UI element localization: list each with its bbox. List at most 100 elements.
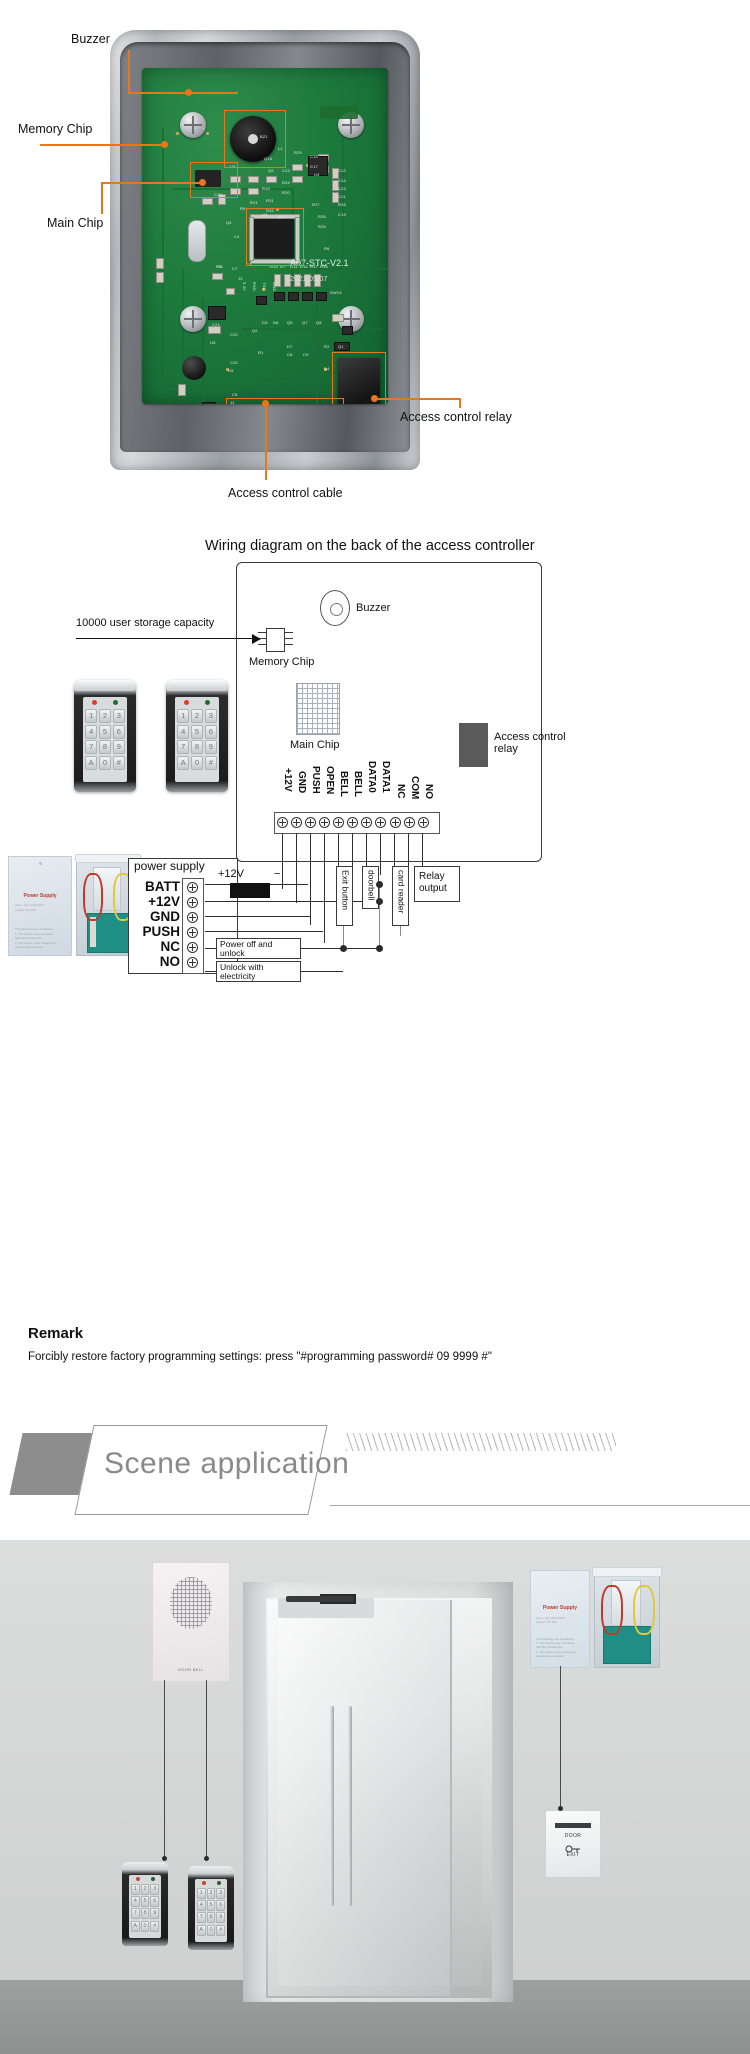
terminal-hole [375, 817, 386, 828]
remark-text: Forcibly restore factory programming set… [28, 1351, 492, 1363]
keypad-key: 4 [85, 724, 98, 739]
scene-psu-note-5: interference received [536, 1653, 565, 1658]
keypad-key: 3 [204, 709, 217, 723]
highlight-main-chip [246, 208, 304, 266]
wiring-relay-label-line2: relay [494, 743, 518, 755]
scene-keypad-unit: 1 2 3 4 5 6 7 8 9 A 0 # [122, 1862, 168, 1946]
power-supply-output-spec: Output: DC 12V [15, 907, 37, 912]
power-supply-terminal-label: NC [160, 939, 181, 954]
wire-junction-dot [376, 881, 383, 888]
power-supply-note-5: interference received [15, 945, 44, 949]
keypad-product-render: 1 2 3 4 5 6 7 8 9 A 0 # [74, 680, 136, 792]
scene-door-closer-arm [286, 1596, 354, 1602]
scene-keypad-unit: 1 2 3 4 5 6 7 8 9 A 0 # [188, 1866, 234, 1950]
callout-cable-lead-vertical [265, 402, 267, 480]
callout-memory-chip-anchor-dot [161, 141, 168, 148]
wiring-main-chip-label: Main Chip [290, 739, 340, 751]
keypad-key: 2 [98, 709, 112, 723]
keypad-key: 9 [204, 740, 217, 754]
callout-memory-chip-lead [40, 144, 165, 146]
buzzer-symbol-icon [320, 590, 350, 626]
callout-relay-lead-horizontal [375, 398, 460, 400]
power-supply-terminal-label: +12V [148, 894, 180, 909]
power-supply-terminal-label: GND [150, 909, 180, 924]
terminal-hole [305, 817, 316, 828]
key-icon [565, 1840, 581, 1853]
keypad-key: 6 [150, 1896, 159, 1908]
keypad-key: 9 [112, 740, 125, 754]
banner-hatch-decoration [346, 1433, 616, 1451]
terminal-hole [418, 817, 429, 828]
keypad-key: 5 [140, 1896, 150, 1908]
terminal-label: BELL [338, 771, 349, 798]
scene-power-supply-cover: Power Supply Input : AC 110V-240V Output… [530, 1570, 590, 1668]
keypad-key: 0 [206, 1924, 216, 1936]
wiring-memory-chip-label: Memory Chip [249, 656, 315, 668]
wiring-relay-label-line1: Access control [494, 731, 566, 743]
scene-leader-line [206, 1680, 207, 1858]
keypad-key: # [204, 755, 217, 770]
highlight-cable [226, 398, 344, 404]
keypad-key: # [150, 1920, 159, 1932]
scene-leader-line [164, 1680, 165, 1858]
keypad-key: 3 [112, 709, 125, 723]
terminal-label: +12V [282, 768, 293, 792]
keypad-key: 7 [131, 1908, 140, 1920]
case-inner-shell: A07-STC-V2.1 2021.05.07 BZ1 L1 Q10 Q9 C2… [120, 42, 410, 452]
scene-application-photo: DOOR BELL Power Supply Input : AC 110V-2… [0, 1540, 750, 2054]
doorbell-label: doorbell [366, 870, 377, 901]
keypad-key: 9 [216, 1912, 225, 1924]
keypad-key: 3 [216, 1888, 225, 1899]
wiring-diagram-title: Wiring diagram on the back of the access… [205, 538, 535, 554]
keypad-key: 3 [150, 1884, 159, 1895]
lock-supply-minus-label: − [274, 868, 281, 880]
callout-main-chip-anchor-dot [199, 179, 206, 186]
callout-relay-label: Access control relay [400, 410, 512, 424]
callout-relay-anchor-dot [371, 395, 378, 402]
terminal-label: NO [423, 784, 434, 799]
relay-output-line1: Relay [419, 871, 445, 882]
ps-terminal-hole [187, 927, 198, 938]
terminal-hole [319, 817, 330, 828]
keypad-key: 5 [190, 724, 204, 739]
power-supply-brand-label: Power Supply [23, 893, 57, 899]
scene-power-supply-brand: Power Supply [542, 1605, 578, 1611]
callout-buzzer-anchor-dot [185, 89, 192, 96]
card-reader-label: card reader [396, 870, 407, 914]
scene-doorbell-label: DOOR BELL [178, 1667, 204, 1672]
scene-psu-output-spec: Output: DC 12V [536, 1620, 558, 1625]
ps-terminal-hole [187, 882, 198, 893]
ps-terminal-hole [187, 957, 198, 968]
scene-leader-line [560, 1666, 561, 1808]
banner-rule-line [330, 1505, 750, 1506]
wire-junction-dot [376, 945, 383, 952]
speaker-grille-icon [170, 1577, 212, 1629]
scene-application-banner: Scene application [0, 1405, 750, 1540]
wire-junction-dot [340, 945, 347, 952]
memory-chip-symbol-icon [258, 628, 293, 652]
keypad-key: 8 [190, 740, 204, 754]
scene-leader-dot [558, 1806, 563, 1811]
keypad-key: 2 [190, 709, 204, 723]
keypad-key: 2 [140, 1884, 150, 1895]
scene-power-supply-open [592, 1567, 662, 1668]
terminal-hole [291, 817, 302, 828]
keypad-key: 6 [204, 724, 217, 739]
ps-terminal-hole [187, 942, 198, 953]
pcb-board: A07-STC-V2.1 2021.05.07 BZ1 L1 Q10 Q9 C2… [142, 68, 388, 404]
scene-door-exit-button: DOOR EXIT [545, 1810, 601, 1878]
keypad-key: A [177, 755, 190, 770]
keypad-key: 7 [85, 740, 98, 754]
keypad-key: 1 [85, 709, 98, 723]
highlight-memory-chip [190, 162, 238, 198]
callout-main-chip-label: Main Chip [47, 216, 104, 230]
power-supply-terminal-label: BATT [145, 879, 180, 894]
board-date-code: 2021.05.07 [290, 274, 328, 283]
green-component [320, 106, 358, 119]
terminal-label: NC [395, 784, 406, 799]
scene-leader-dot [162, 1856, 167, 1861]
keypad-key: 1 [197, 1888, 206, 1899]
remark-heading: Remark [28, 1325, 84, 1342]
wiring-buzzer-label: Buzzer [356, 602, 391, 614]
wire-junction-dot [376, 898, 383, 905]
